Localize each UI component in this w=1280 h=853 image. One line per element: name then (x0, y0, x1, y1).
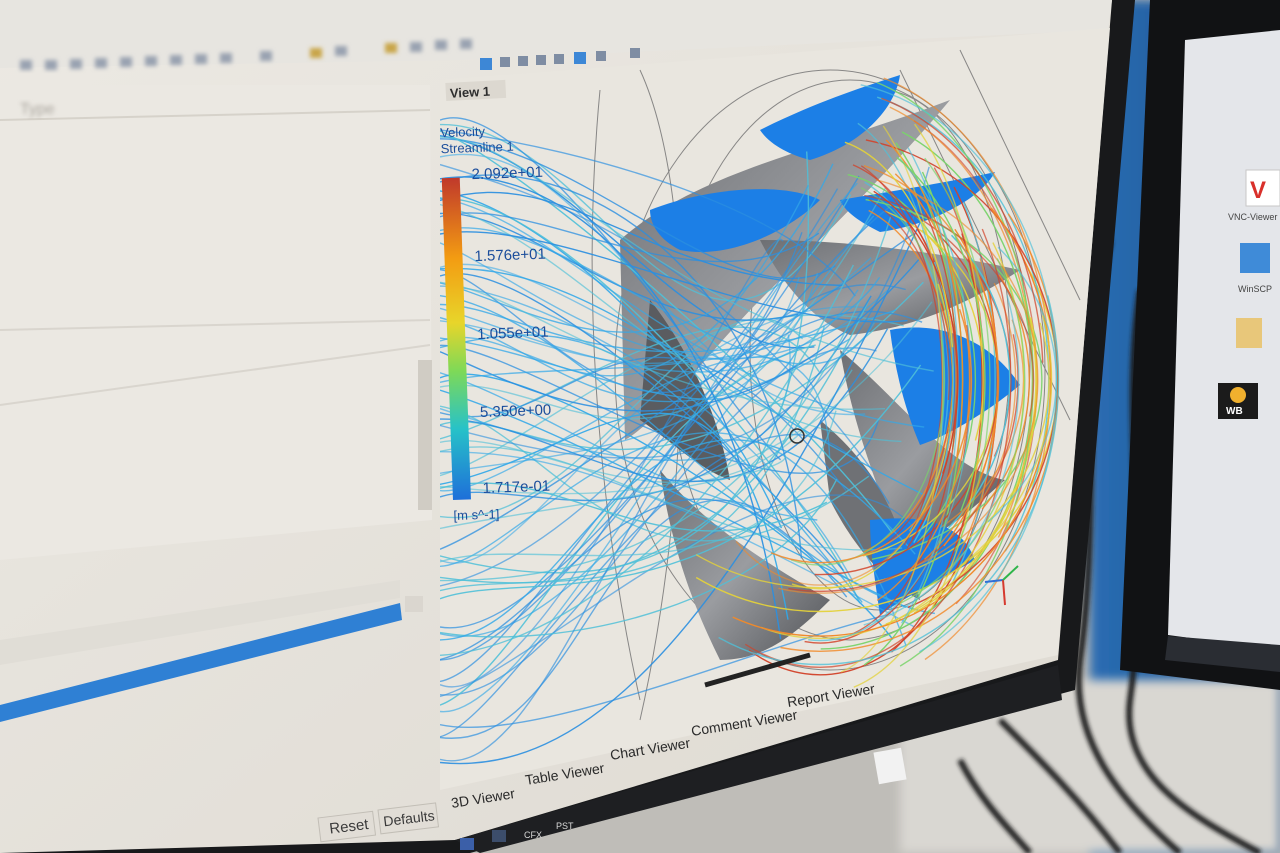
colorbar-tick-2: 1.055e+01 (477, 324, 549, 343)
vnc-icon[interactable]: V (1250, 177, 1266, 204)
left-panel-scrollbar[interactable] (418, 360, 432, 510)
colorbar-tick-3: 5.350e+00 (480, 402, 552, 421)
left-panel-upper (0, 85, 432, 560)
winscp-icon[interactable] (1240, 243, 1270, 273)
colorbar-variable: Velocity (440, 124, 486, 141)
left-panel-header: Type (20, 101, 55, 118)
taskbar-app-cfx[interactable]: CFX (524, 830, 542, 840)
photo-scene: Type Reset Defaults View 1 Velocity Stre… (0, 0, 1280, 853)
colorbar-max: 2.092e+01 (471, 164, 543, 183)
colorbar-object: Streamline 1 (440, 139, 513, 157)
ellipsis-button[interactable] (405, 596, 423, 612)
monitor-logo-sticker (873, 747, 907, 785)
taskbar-app-pst[interactable]: PST (556, 821, 574, 831)
colorbar-unit: [m s^-1] (453, 506, 499, 523)
winscp-label: WinSCP (1238, 284, 1272, 294)
second-monitor-screen (1168, 30, 1280, 650)
viewport-tab-label: View 1 (449, 84, 490, 101)
folder-icon[interactable] (1236, 318, 1262, 348)
workbench-label: WB (1226, 406, 1243, 417)
colorbar-tick-1: 1.576e+01 (474, 246, 546, 265)
vnc-viewer-label: VNC-Viewer (1228, 212, 1277, 222)
colorbar-min: 1.717e-01 (482, 478, 550, 497)
